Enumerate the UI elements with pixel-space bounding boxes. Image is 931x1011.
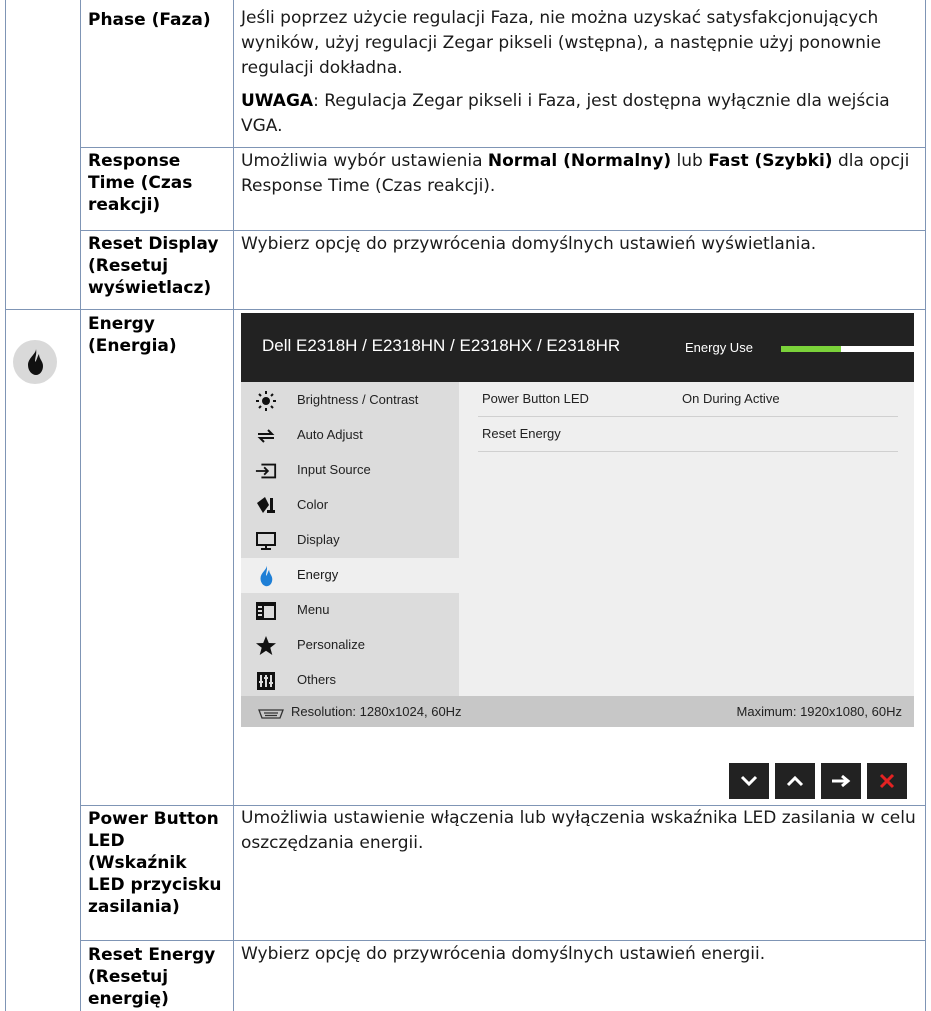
right-button[interactable]: [821, 763, 861, 799]
energy-label: Energy (Energia): [88, 314, 177, 356]
auto-adjust-icon: [255, 425, 277, 447]
sun-icon: [255, 390, 277, 412]
table-border-col2: [233, 0, 234, 1011]
submenu-label: Power Button LED: [482, 391, 589, 406]
energy-icon: [255, 565, 277, 587]
menu-item-label: Menu: [297, 602, 330, 617]
response-desc-pre: Umożliwia wybór ustawienia: [241, 151, 488, 171]
menu-item-energy[interactable]: Energy: [241, 558, 459, 593]
menu-item-others[interactable]: Others: [241, 663, 459, 698]
response-time-label: Response Time (Czas reakcji): [88, 151, 193, 215]
osd-body: Brightness / Contrast Auto Adjust Input …: [241, 382, 914, 696]
resolution-text: Resolution: 1280x1024, 60Hz: [291, 704, 462, 719]
phase-text: Jeśli poprzez użycie regulacji Faza, nie…: [241, 8, 882, 78]
close-button[interactable]: [867, 763, 907, 799]
submenu-reset-energy[interactable]: Reset Energy: [478, 417, 898, 452]
others-icon: [255, 670, 277, 692]
energy-use-fill: [781, 346, 841, 352]
response-time-description: Umożliwia wybór ustawienia Normal (Norma…: [241, 149, 921, 199]
display-icon: [255, 530, 277, 552]
submenu-label: Reset Energy: [482, 426, 561, 441]
row-divider: [5, 309, 926, 310]
submenu-power-button-led[interactable]: Power Button LED On During Active: [478, 382, 898, 417]
energy-use-label: Energy Use: [685, 340, 753, 355]
menu-item-auto-adjust[interactable]: Auto Adjust: [241, 418, 459, 453]
osd-main-menu: Brightness / Contrast Auto Adjust Input …: [241, 382, 459, 696]
menu-item-label: Display: [297, 532, 340, 547]
up-icon: [786, 775, 804, 787]
down-icon: [740, 775, 758, 787]
row-divider: [80, 230, 926, 231]
down-button[interactable]: [729, 763, 769, 799]
osd-title: Dell E2318H / E2318HN / E2318HX / E2318H…: [262, 336, 621, 355]
phase-note: UWAGA: Regulacja Zegar pikseli i Faza, j…: [241, 89, 921, 139]
menu-item-personalize[interactable]: Personalize: [241, 628, 459, 663]
flame-icon: [13, 340, 57, 384]
menu-item-label: Energy: [297, 567, 339, 582]
reset-display-description: Wybierz opcję do przywrócenia domyślnych…: [241, 234, 817, 254]
menu-item-label: Auto Adjust: [297, 427, 363, 442]
up-button[interactable]: [775, 763, 815, 799]
reset-display-label: Reset Display (Resetuj wyświetlacz): [88, 234, 219, 298]
phase-description: Jeśli poprzez użycie regulacji Faza, nie…: [241, 6, 921, 139]
table-border-right: [925, 0, 926, 1011]
osd-menu-screenshot: Dell E2318H / E2318HN / E2318HX / E2318H…: [241, 313, 914, 799]
menu-item-color[interactable]: Color: [241, 488, 459, 523]
menu-item-menu[interactable]: Menu: [241, 593, 459, 628]
power-button-led-label: Power Button LED (Wskaźnik LED przycisku…: [88, 809, 222, 917]
submenu-value: On During Active: [682, 391, 780, 406]
osd-navigation-buttons: [729, 763, 907, 799]
note-label: UWAGA: [241, 91, 314, 111]
star-icon: [255, 635, 277, 657]
color-icon: [255, 495, 277, 517]
menu-item-label: Color: [297, 497, 329, 512]
vga-connector-icon: [257, 705, 285, 724]
table-border-col1: [80, 0, 81, 1011]
reset-energy-label: Reset Energy (Resetuj energię): [88, 945, 216, 1009]
option-fast: Fast (Szybki): [708, 151, 833, 171]
menu-item-input-source[interactable]: Input Source: [241, 453, 459, 488]
power-button-led-description: Umożliwia ustawienie włączenia lub wyłąc…: [241, 808, 916, 853]
maximum-resolution-text: Maximum: 1920x1080, 60Hz: [736, 704, 902, 719]
row-divider: [80, 147, 926, 148]
note-text: : Regulacja Zegar pikseli i Faza, jest d…: [241, 91, 890, 136]
osd-status-bar: Resolution: 1280x1024, 60Hz Maximum: 192…: [241, 696, 914, 727]
menu-item-label: Others: [297, 672, 337, 687]
menu-icon: [255, 600, 277, 622]
input-source-icon: [255, 460, 277, 482]
phase-label: Phase (Faza): [88, 10, 211, 30]
row-divider: [80, 940, 926, 941]
menu-item-brightness-contrast[interactable]: Brightness / Contrast: [241, 383, 459, 418]
menu-item-display[interactable]: Display: [241, 523, 459, 558]
table-border-left: [5, 0, 6, 1011]
osd-header: Dell E2318H / E2318HN / E2318HX / E2318H…: [241, 313, 914, 382]
menu-item-label: Input Source: [297, 462, 371, 477]
close-icon: [879, 773, 895, 789]
right-arrow-icon: [832, 774, 851, 788]
option-normal: Normal (Normalny): [487, 151, 672, 171]
menu-item-label: Brightness / Contrast: [297, 392, 419, 407]
menu-item-label: Personalize: [297, 637, 365, 652]
energy-use-meter: [781, 346, 914, 352]
reset-energy-description: Wybierz opcję do przywrócenia domyślnych…: [241, 944, 766, 964]
response-desc-mid: lub: [671, 151, 709, 171]
